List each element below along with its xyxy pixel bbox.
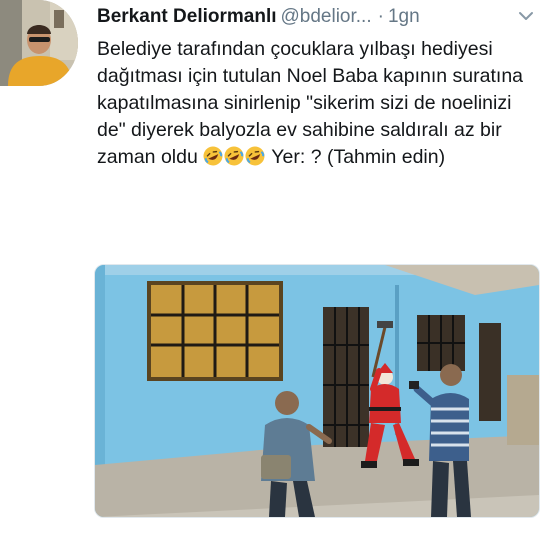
rolling-on-floor-laughing-emoji [245,146,265,166]
chevron-down-icon[interactable] [516,6,536,26]
tweet-photo [95,265,539,517]
avatar[interactable] [0,0,78,86]
rolling-on-floor-laughing-emoji [224,146,244,166]
author-handle[interactable]: @bdelior... [281,6,372,27]
tweet-text-tail: Yer: ? (Tahmin edin) [266,146,446,168]
timestamp[interactable]: 1gn [388,6,420,27]
tweet-text: Belediye tarafından çocuklara yılbaşı he… [97,36,533,171]
separator-dot: · [377,6,384,27]
tweet-header: Berkant Deliormanlı @bdelior... · 1gn [97,4,537,32]
rolling-on-floor-laughing-emoji [203,146,223,166]
tweet-media[interactable] [94,264,540,518]
avatar-photo [0,0,78,86]
author-name[interactable]: Berkant Deliormanlı [97,6,277,27]
